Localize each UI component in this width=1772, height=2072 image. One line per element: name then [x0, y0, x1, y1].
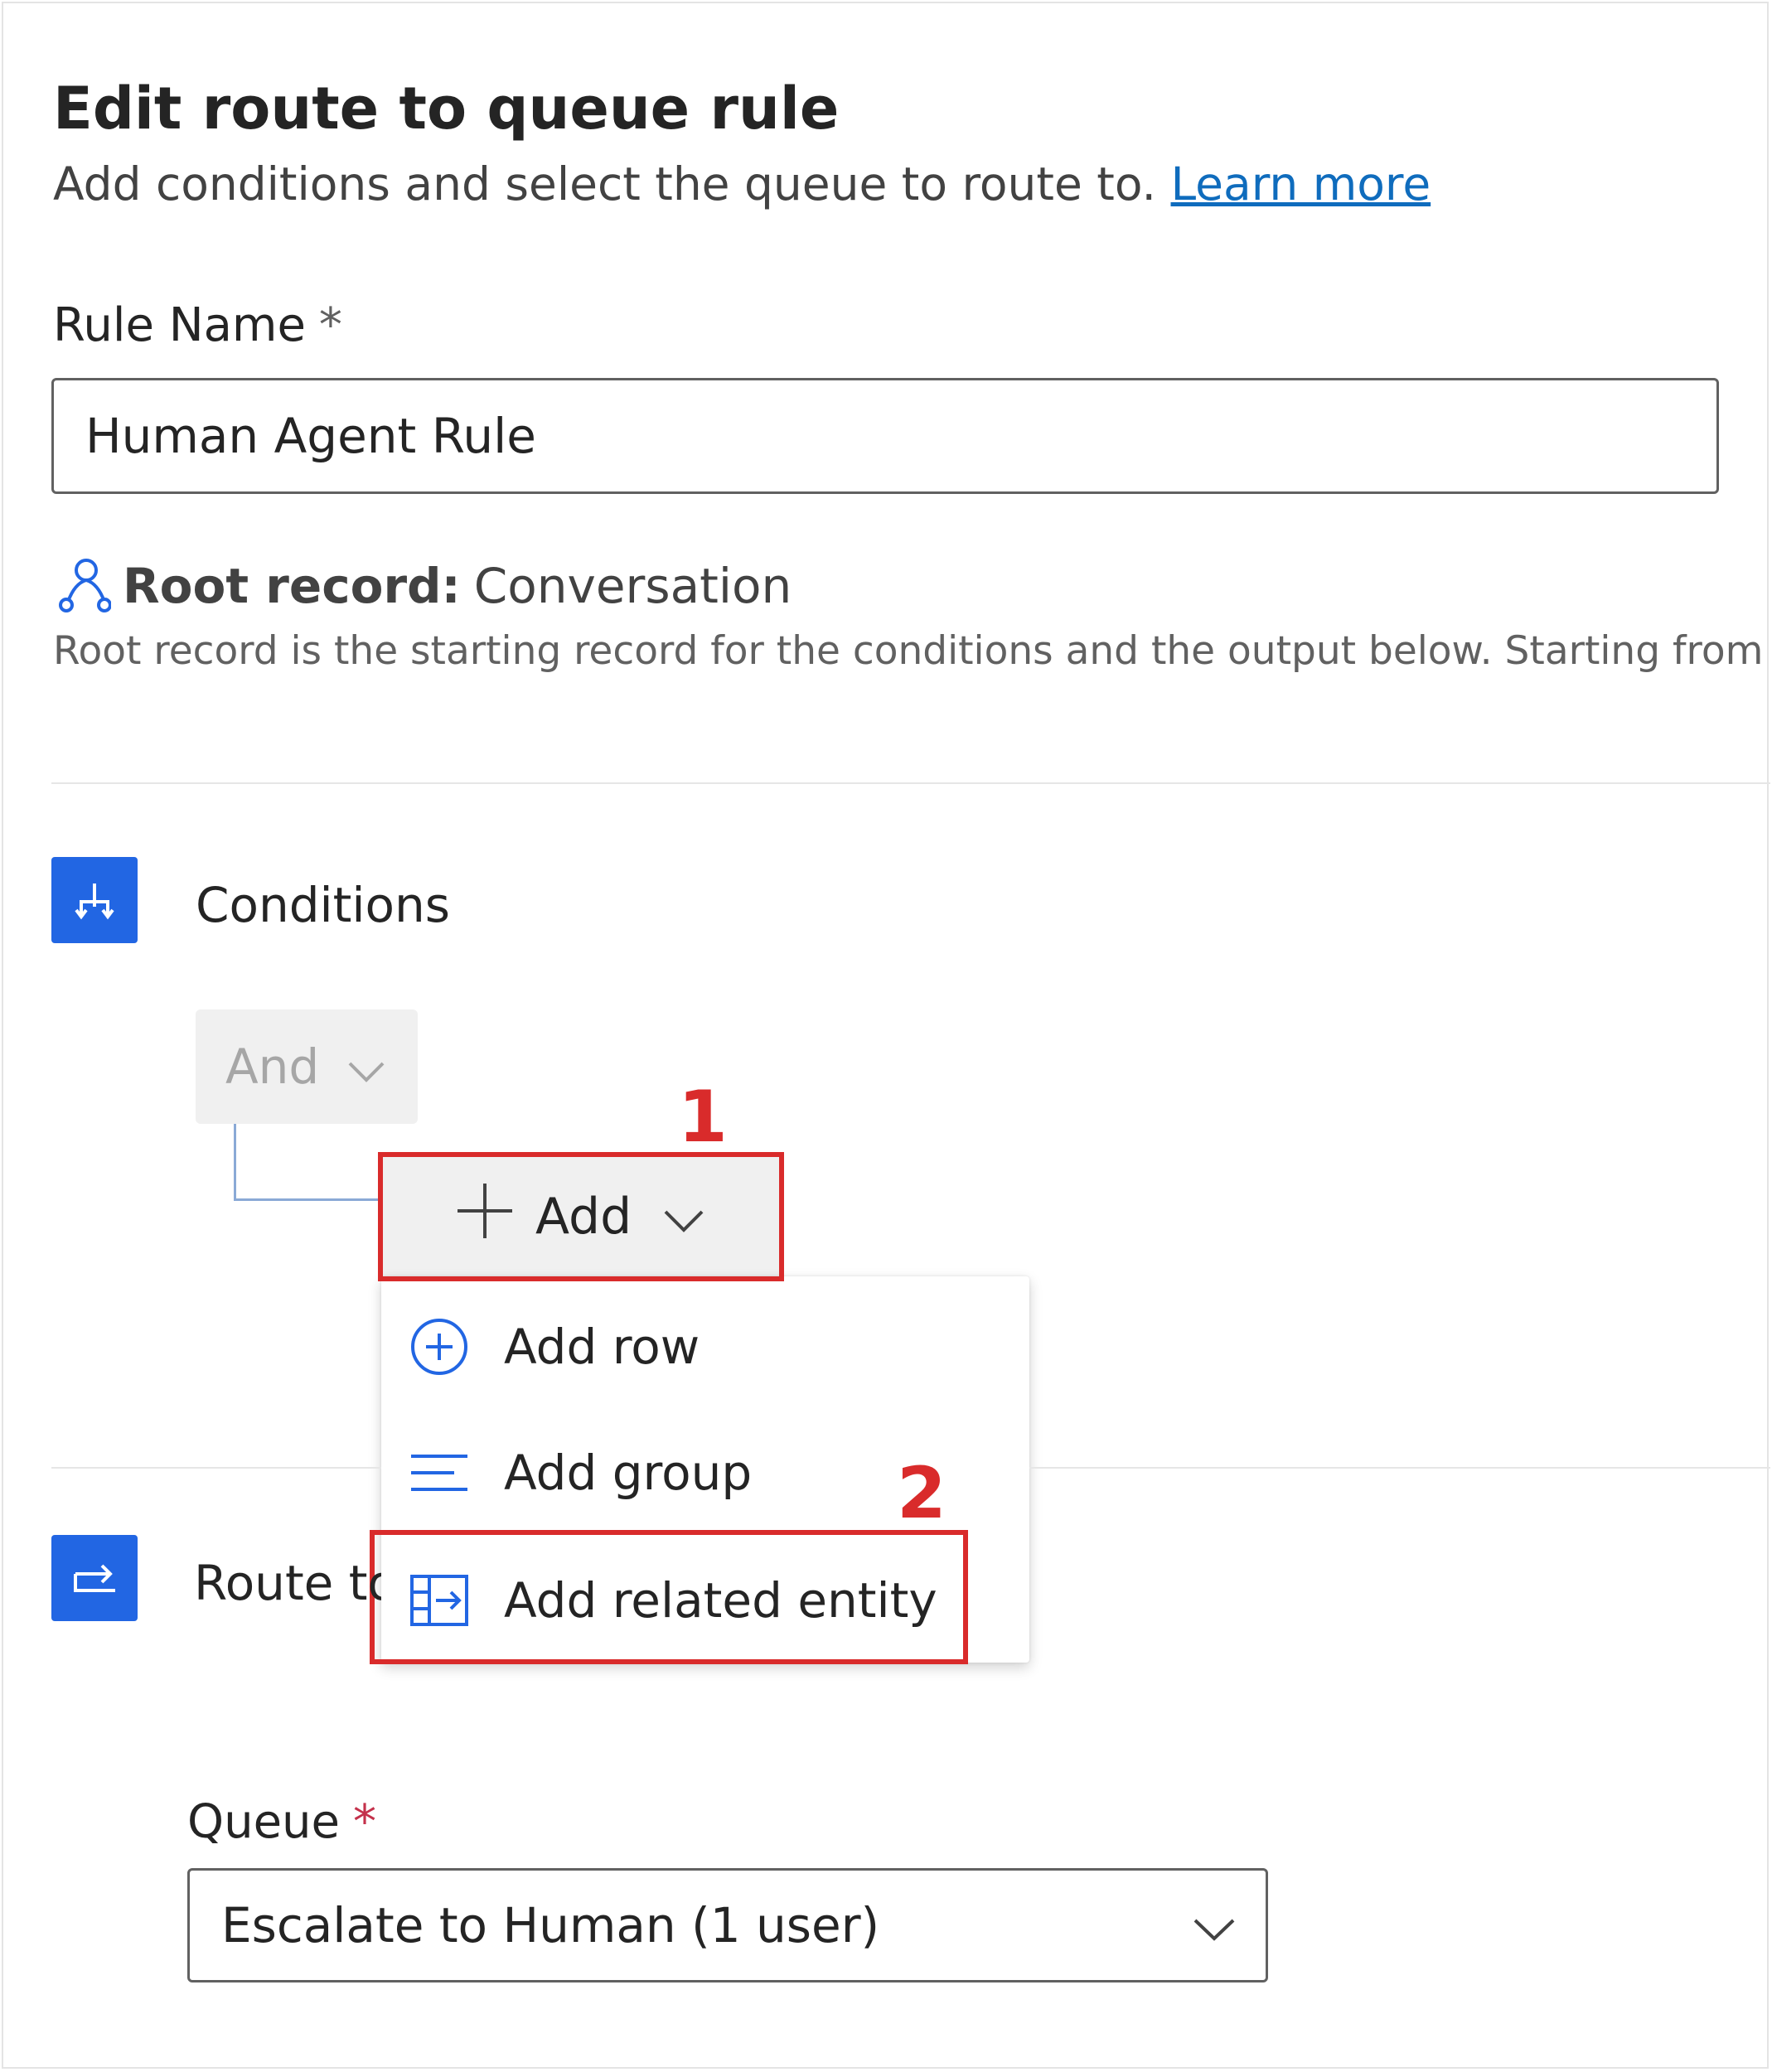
rule-name-label-text: Rule Name [53, 298, 306, 352]
conditions-title: Conditions [196, 877, 450, 933]
rule-name-value: Human Agent Rule [85, 408, 536, 464]
learn-more-link[interactable]: Learn more [1171, 157, 1431, 211]
page-title: Edit route to queue rule [53, 75, 840, 143]
chevron-down-icon [319, 1038, 385, 1095]
rule-name-input[interactable]: Human Agent Rule [51, 378, 1719, 494]
text-lines-icon [406, 1451, 472, 1494]
and-operator-label: And [225, 1038, 320, 1095]
divider [51, 782, 1770, 784]
route-to-icon [51, 1535, 138, 1621]
add-circle-icon [406, 1317, 472, 1377]
root-record-label: Root record: [123, 558, 461, 614]
root-record-description: Root record is the starting record for t… [53, 628, 1760, 674]
menu-item-add-row[interactable]: Add row [381, 1285, 1029, 1409]
queue-select[interactable]: Escalate to Human (1 user) [187, 1868, 1268, 1982]
chevron-down-icon [1193, 1897, 1236, 1953]
queue-label-text: Queue [187, 1795, 340, 1849]
page-subtitle: Add conditions and select the queue to r… [53, 157, 1431, 211]
annotation-step-2: 2 [897, 1452, 947, 1535]
root-record-row: Root record: Conversation [56, 555, 792, 617]
conditions-icon [51, 857, 138, 943]
hierarchy-person-icon [56, 555, 112, 617]
menu-item-label: Add row [504, 1319, 700, 1375]
menu-item-label: Add group [504, 1445, 753, 1501]
condition-tree-connector [234, 1124, 385, 1201]
queue-label: Queue * [187, 1795, 376, 1849]
divider [1029, 1467, 1770, 1469]
divider [51, 1467, 381, 1469]
route-to-title: Route to [194, 1555, 381, 1611]
annotation-box-related-entity [370, 1530, 968, 1664]
required-mark: * [318, 298, 342, 352]
root-record-value: Conversation [473, 558, 792, 614]
annotation-box-add [378, 1152, 784, 1281]
annotation-step-1: 1 [678, 1076, 728, 1159]
queue-value: Escalate to Human (1 user) [221, 1897, 880, 1953]
rule-name-label: Rule Name * [53, 298, 342, 352]
and-operator-dropdown[interactable]: And [196, 1009, 418, 1124]
required-mark: * [352, 1795, 376, 1849]
subtitle-text: Add conditions and select the queue to r… [53, 157, 1157, 211]
